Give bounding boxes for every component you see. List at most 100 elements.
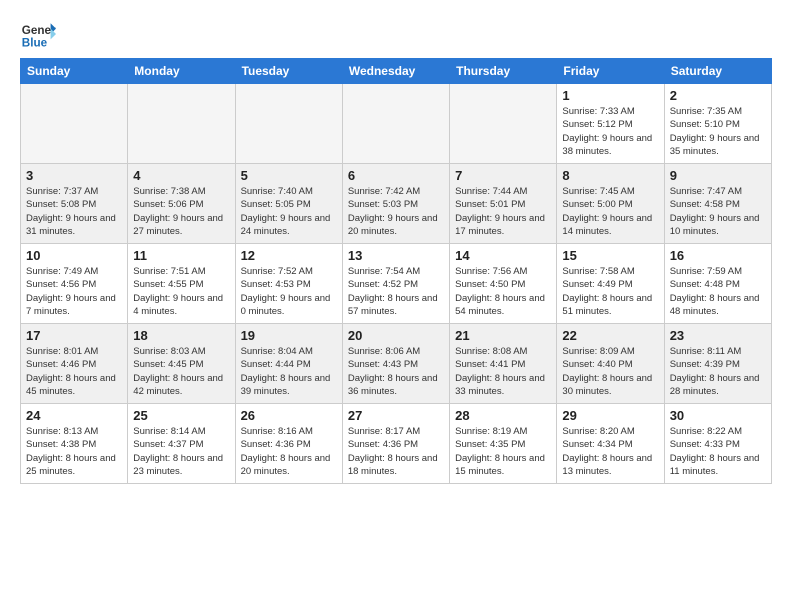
calendar-week-row: 10 Sunrise: 7:49 AM Sunset: 4:56 PM Dayli… <box>21 244 772 324</box>
calendar-cell: 11 Sunrise: 7:51 AM Sunset: 4:55 PM Dayli… <box>128 244 235 324</box>
day-number: 24 <box>26 408 122 423</box>
weekday-header: Saturday <box>664 59 771 84</box>
day-number: 17 <box>26 328 122 343</box>
day-info: Sunrise: 7:49 AM Sunset: 4:56 PM Dayligh… <box>26 265 122 318</box>
calendar-cell: 10 Sunrise: 7:49 AM Sunset: 4:56 PM Dayli… <box>21 244 128 324</box>
day-info: Sunrise: 8:17 AM Sunset: 4:36 PM Dayligh… <box>348 425 444 478</box>
day-info: Sunrise: 7:58 AM Sunset: 4:49 PM Dayligh… <box>562 265 658 318</box>
calendar-cell: 5 Sunrise: 7:40 AM Sunset: 5:05 PM Daylig… <box>235 164 342 244</box>
calendar-cell: 1 Sunrise: 7:33 AM Sunset: 5:12 PM Daylig… <box>557 84 664 164</box>
calendar-cell: 4 Sunrise: 7:38 AM Sunset: 5:06 PM Daylig… <box>128 164 235 244</box>
weekday-header: Thursday <box>450 59 557 84</box>
calendar-week-row: 1 Sunrise: 7:33 AM Sunset: 5:12 PM Daylig… <box>21 84 772 164</box>
day-number: 5 <box>241 168 337 183</box>
day-number: 28 <box>455 408 551 423</box>
day-number: 23 <box>670 328 766 343</box>
calendar-cell: 12 Sunrise: 7:52 AM Sunset: 4:53 PM Dayli… <box>235 244 342 324</box>
day-number: 16 <box>670 248 766 263</box>
day-info: Sunrise: 8:08 AM Sunset: 4:41 PM Dayligh… <box>455 345 551 398</box>
page-header: General Blue <box>20 16 772 52</box>
calendar-cell <box>21 84 128 164</box>
day-number: 20 <box>348 328 444 343</box>
day-info: Sunrise: 8:13 AM Sunset: 4:38 PM Dayligh… <box>26 425 122 478</box>
calendar-cell: 17 Sunrise: 8:01 AM Sunset: 4:46 PM Dayli… <box>21 324 128 404</box>
day-info: Sunrise: 7:40 AM Sunset: 5:05 PM Dayligh… <box>241 185 337 238</box>
day-info: Sunrise: 7:52 AM Sunset: 4:53 PM Dayligh… <box>241 265 337 318</box>
day-number: 15 <box>562 248 658 263</box>
day-info: Sunrise: 8:04 AM Sunset: 4:44 PM Dayligh… <box>241 345 337 398</box>
day-number: 21 <box>455 328 551 343</box>
day-number: 22 <box>562 328 658 343</box>
calendar-cell: 27 Sunrise: 8:17 AM Sunset: 4:36 PM Dayli… <box>342 404 449 484</box>
day-info: Sunrise: 8:03 AM Sunset: 4:45 PM Dayligh… <box>133 345 229 398</box>
day-info: Sunrise: 7:45 AM Sunset: 5:00 PM Dayligh… <box>562 185 658 238</box>
day-info: Sunrise: 7:37 AM Sunset: 5:08 PM Dayligh… <box>26 185 122 238</box>
day-info: Sunrise: 8:16 AM Sunset: 4:36 PM Dayligh… <box>241 425 337 478</box>
day-info: Sunrise: 7:44 AM Sunset: 5:01 PM Dayligh… <box>455 185 551 238</box>
day-info: Sunrise: 7:47 AM Sunset: 4:58 PM Dayligh… <box>670 185 766 238</box>
calendar-cell: 13 Sunrise: 7:54 AM Sunset: 4:52 PM Dayli… <box>342 244 449 324</box>
weekday-header: Tuesday <box>235 59 342 84</box>
calendar-cell: 25 Sunrise: 8:14 AM Sunset: 4:37 PM Dayli… <box>128 404 235 484</box>
day-info: Sunrise: 7:56 AM Sunset: 4:50 PM Dayligh… <box>455 265 551 318</box>
day-info: Sunrise: 7:42 AM Sunset: 5:03 PM Dayligh… <box>348 185 444 238</box>
day-number: 4 <box>133 168 229 183</box>
day-number: 26 <box>241 408 337 423</box>
day-info: Sunrise: 8:06 AM Sunset: 4:43 PM Dayligh… <box>348 345 444 398</box>
day-info: Sunrise: 8:19 AM Sunset: 4:35 PM Dayligh… <box>455 425 551 478</box>
weekday-header-row: SundayMondayTuesdayWednesdayThursdayFrid… <box>21 59 772 84</box>
day-number: 29 <box>562 408 658 423</box>
calendar-cell: 23Sunrise: 8:11 AM Sunset: 4:39 PM Dayli… <box>664 324 771 404</box>
day-info: Sunrise: 8:01 AM Sunset: 4:46 PM Dayligh… <box>26 345 122 398</box>
day-number: 25 <box>133 408 229 423</box>
calendar-week-row: 17 Sunrise: 8:01 AM Sunset: 4:46 PM Dayli… <box>21 324 772 404</box>
calendar-cell <box>128 84 235 164</box>
day-info: Sunrise: 8:20 AM Sunset: 4:34 PM Dayligh… <box>562 425 658 478</box>
day-number: 2 <box>670 88 766 103</box>
day-number: 19 <box>241 328 337 343</box>
day-number: 27 <box>348 408 444 423</box>
day-number: 11 <box>133 248 229 263</box>
logo-icon: General Blue <box>20 16 56 52</box>
day-info: Sunrise: 7:33 AM Sunset: 5:12 PM Dayligh… <box>562 105 658 158</box>
day-number: 18 <box>133 328 229 343</box>
calendar-week-row: 3 Sunrise: 7:37 AM Sunset: 5:08 PM Daylig… <box>21 164 772 244</box>
calendar-cell <box>342 84 449 164</box>
calendar-cell: 29 Sunrise: 8:20 AM Sunset: 4:34 PM Dayli… <box>557 404 664 484</box>
day-number: 1 <box>562 88 658 103</box>
calendar-cell: 8 Sunrise: 7:45 AM Sunset: 5:00 PM Daylig… <box>557 164 664 244</box>
day-number: 12 <box>241 248 337 263</box>
weekday-header: Friday <box>557 59 664 84</box>
day-info: Sunrise: 7:51 AM Sunset: 4:55 PM Dayligh… <box>133 265 229 318</box>
calendar-week-row: 24 Sunrise: 8:13 AM Sunset: 4:38 PM Dayli… <box>21 404 772 484</box>
calendar-cell: 7 Sunrise: 7:44 AM Sunset: 5:01 PM Daylig… <box>450 164 557 244</box>
calendar-cell: 28 Sunrise: 8:19 AM Sunset: 4:35 PM Dayli… <box>450 404 557 484</box>
calendar-cell: 18 Sunrise: 8:03 AM Sunset: 4:45 PM Dayli… <box>128 324 235 404</box>
calendar-cell: 19 Sunrise: 8:04 AM Sunset: 4:44 PM Dayli… <box>235 324 342 404</box>
day-number: 10 <box>26 248 122 263</box>
day-info: Sunrise: 8:22 AM Sunset: 4:33 PM Dayligh… <box>670 425 766 478</box>
day-number: 14 <box>455 248 551 263</box>
day-info: Sunrise: 8:14 AM Sunset: 4:37 PM Dayligh… <box>133 425 229 478</box>
day-info: Sunrise: 7:54 AM Sunset: 4:52 PM Dayligh… <box>348 265 444 318</box>
calendar-cell: 30Sunrise: 8:22 AM Sunset: 4:33 PM Dayli… <box>664 404 771 484</box>
calendar-table: SundayMondayTuesdayWednesdayThursdayFrid… <box>20 58 772 484</box>
day-info: Sunrise: 7:59 AM Sunset: 4:48 PM Dayligh… <box>670 265 766 318</box>
day-number: 7 <box>455 168 551 183</box>
day-number: 8 <box>562 168 658 183</box>
day-number: 13 <box>348 248 444 263</box>
calendar-cell: 26 Sunrise: 8:16 AM Sunset: 4:36 PM Dayli… <box>235 404 342 484</box>
day-number: 6 <box>348 168 444 183</box>
day-number: 9 <box>670 168 766 183</box>
calendar-cell: 2Sunrise: 7:35 AM Sunset: 5:10 PM Daylig… <box>664 84 771 164</box>
calendar-cell <box>235 84 342 164</box>
day-number: 3 <box>26 168 122 183</box>
weekday-header: Sunday <box>21 59 128 84</box>
calendar-cell: 9 Sunrise: 7:47 AM Sunset: 4:58 PM Daylig… <box>664 164 771 244</box>
calendar-cell: 3 Sunrise: 7:37 AM Sunset: 5:08 PM Daylig… <box>21 164 128 244</box>
svg-text:Blue: Blue <box>22 37 48 50</box>
calendar-cell: 15 Sunrise: 7:58 AM Sunset: 4:49 PM Dayli… <box>557 244 664 324</box>
calendar-cell: 6 Sunrise: 7:42 AM Sunset: 5:03 PM Daylig… <box>342 164 449 244</box>
day-info: Sunrise: 7:38 AM Sunset: 5:06 PM Dayligh… <box>133 185 229 238</box>
calendar-cell: 14 Sunrise: 7:56 AM Sunset: 4:50 PM Dayli… <box>450 244 557 324</box>
